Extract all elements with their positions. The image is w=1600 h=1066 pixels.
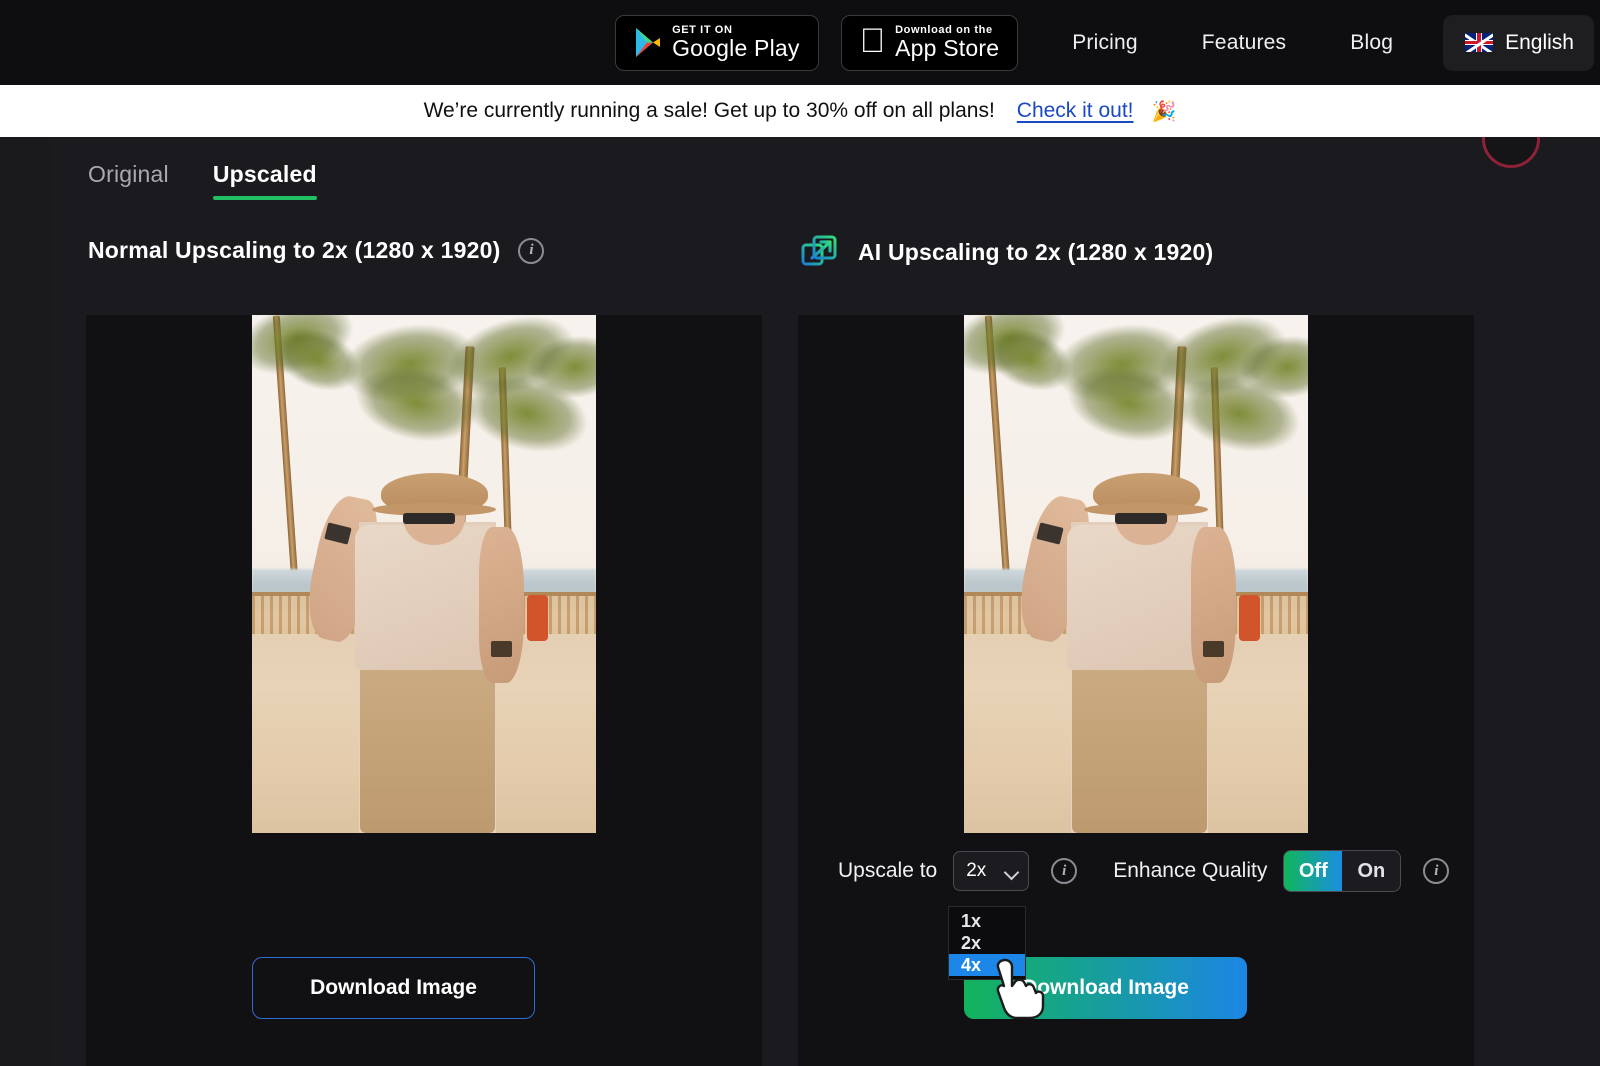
view-tabs: Original Upscaled	[88, 161, 317, 200]
google-play-big-text: Google Play	[672, 35, 800, 62]
info-icon-enhance[interactable]: i	[1423, 858, 1450, 884]
normal-upscaled-image[interactable]	[252, 315, 596, 833]
upscale-factor-value: 2x	[966, 860, 987, 881]
sale-banner: We’re currently running a sale! Get up t…	[0, 85, 1600, 137]
enhance-quality-label: Enhance Quality	[1113, 859, 1268, 882]
chevron-down-icon	[1005, 867, 1019, 876]
party-popper-icon: 🎉	[1151, 100, 1177, 123]
top-navigation-bar: GET IT ON Google Play  Download on the …	[0, 0, 1600, 85]
nav-link-blog[interactable]: Blog	[1318, 31, 1425, 55]
ai-upscaling-panel: Download Image	[798, 315, 1474, 1066]
dropdown-option-1x[interactable]: 1x	[949, 910, 1025, 932]
app-store-big-text: App Store	[895, 35, 1000, 62]
app-store-badge[interactable]:  Download on the App Store	[840, 14, 1019, 71]
main-shell: Original Upscaled Normal Upscaling to 2x…	[0, 137, 1600, 1066]
ai-upscaling-title: AI Upscaling to 2x (1280 x 1920)	[858, 238, 1214, 265]
app-store-label: Download on the App Store	[895, 24, 1000, 62]
normal-upscaling-title: Normal Upscaling to 2x (1280 x 1920)	[88, 237, 501, 263]
dropdown-option-2x[interactable]: 2x	[949, 932, 1025, 954]
uk-flag-icon	[1465, 33, 1494, 52]
upscale-controls-row: Upscale to 2x i Enhance Quality Off On i	[838, 850, 1450, 892]
language-selector[interactable]: English	[1443, 14, 1594, 71]
upscale-to-label: Upscale to	[838, 859, 938, 882]
info-icon-upscale[interactable]: i	[1051, 858, 1078, 884]
upscale-factor-select[interactable]: 2x	[953, 851, 1030, 891]
download-image-button-normal[interactable]: Download Image	[252, 957, 535, 1019]
nav-link-features[interactable]: Features	[1170, 31, 1318, 55]
ai-upscaled-image[interactable]	[964, 315, 1308, 833]
info-icon-normal[interactable]: i	[518, 237, 545, 264]
content-area: Original Upscaled Normal Upscaling to 2x…	[52, 137, 1600, 1066]
normal-upscaling-panel: Download Image	[86, 315, 762, 1066]
upscale-factor-dropdown-menu[interactable]: 1x 2x 4x	[948, 906, 1026, 980]
left-gutter	[0, 137, 52, 1066]
enhance-quality-toggle[interactable]: Off On	[1283, 850, 1402, 892]
google-play-badge[interactable]: GET IT ON Google Play	[615, 14, 819, 71]
enhance-quality-off-option[interactable]: Off	[1284, 851, 1343, 891]
tab-upscaled[interactable]: Upscaled	[212, 161, 317, 200]
sale-banner-link[interactable]: Check it out!	[1017, 99, 1134, 123]
ai-upscaling-heading: AI Upscaling to 2x (1280 x 1920)	[800, 232, 1213, 272]
ai-upscale-expand-icon	[800, 232, 840, 272]
apple-icon: 	[860, 24, 886, 58]
panel-headings-row: Normal Upscaling to 2x (1280 x 1920) i A…	[52, 235, 1600, 283]
dropdown-option-4x[interactable]: 4x	[949, 954, 1025, 976]
nav-link-pricing[interactable]: Pricing	[1040, 31, 1170, 55]
language-label: English	[1505, 30, 1574, 54]
normal-upscaling-heading: Normal Upscaling to 2x (1280 x 1920) i	[88, 237, 545, 264]
sale-banner-text: We’re currently running a sale! Get up t…	[423, 99, 995, 122]
google-play-icon	[634, 27, 662, 58]
app-page: GET IT ON Google Play  Download on the …	[0, 0, 1600, 1066]
tab-original[interactable]: Original	[88, 161, 169, 200]
enhance-quality-on-option[interactable]: On	[1342, 851, 1400, 891]
google-play-label: GET IT ON Google Play	[672, 24, 800, 62]
